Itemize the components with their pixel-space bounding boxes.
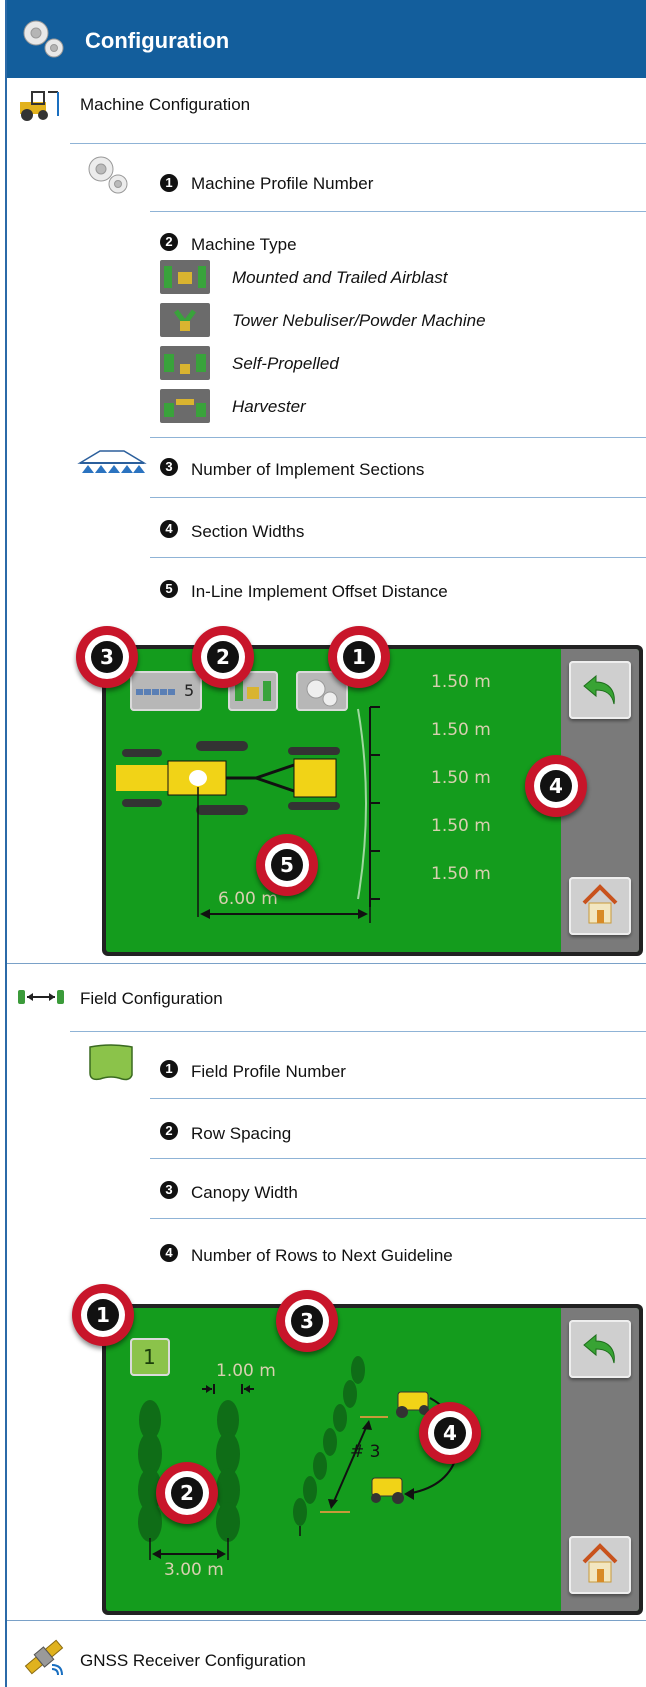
callout-2: 2 [192,626,254,688]
field-config-icon [18,990,64,1004]
back-button[interactable] [569,1320,631,1378]
offset-distance-label: In-Line Implement Offset Distance [191,582,448,601]
config-header: Configuration [7,0,646,78]
left-border [5,0,7,1687]
callout-1: 1 [328,626,390,688]
callout-3: 3 [276,1290,338,1352]
back-arrow-icon [583,1333,615,1364]
machine-diagram [116,706,380,923]
divider [150,557,646,558]
divider [7,1620,646,1621]
tower-thumb-icon [160,303,210,337]
machine-type-label: Machine Type [191,235,297,254]
callout-5: 5 [256,834,318,896]
divider [150,437,646,438]
divider [7,963,646,964]
divider [150,1218,646,1219]
callout-3: 3 [76,626,138,688]
section-width-3: 1.50 m [431,768,491,788]
machine-config-icon [20,91,59,121]
item-number-1: 1 [160,174,178,192]
field-profile-label: Field Profile Number [191,1062,346,1081]
satellite-icon [24,1639,64,1676]
item-number-3: 3 [160,458,178,476]
gears-icon [88,156,128,194]
home-icon [582,884,618,924]
machine-type-self-propelled: Self-Propelled [232,354,339,373]
offset-value: 6.00 m [218,889,278,909]
gnss-config-title: GNSS Receiver Configuration [80,1651,306,1670]
back-button[interactable] [569,661,631,719]
machine-profile-label: Machine Profile Number [191,174,374,193]
item-number-2: 2 [160,233,178,251]
home-button[interactable] [569,1536,631,1594]
section-width-5: 1.50 m [431,864,491,884]
field-config-screen: 1 1.00 m 3.00 m # 3 [102,1304,643,1615]
canopy-width-label: Canopy Width [191,1183,298,1202]
field-config-title: Field Configuration [80,989,223,1008]
section-widths-label: Section Widths [191,522,305,541]
side-panel [561,1308,639,1611]
implement-sections-icon [77,450,147,473]
divider [70,1031,646,1032]
field-item-number-3: 3 [160,1181,178,1199]
section-width-1: 1.50 m [431,672,491,692]
divider [70,143,646,144]
field-item-number-2: 2 [160,1122,178,1140]
spacing-value: 3.00 m [164,1560,224,1580]
machine-config-title: Machine Configuration [80,95,251,114]
machine-type-harvester: Harvester [232,397,306,416]
machine-type-tower: Tower Nebuliser/Powder Machine [232,311,486,330]
field-item-number-1: 1 [160,1060,178,1078]
section-width-2: 1.50 m [431,720,491,740]
gears-icon [23,20,64,58]
divider [150,1158,646,1159]
callout-2: 2 [156,1462,218,1524]
rows-value: # 3 [350,1442,381,1462]
page-title: Configuration [85,28,230,53]
item-number-5: 5 [160,580,178,598]
harvester-thumb-icon [160,389,210,423]
airblast-thumb-icon [160,260,210,294]
rows-to-guideline-label: Number of Rows to Next Guideline [191,1246,453,1265]
config-page: Configuration Machine Configuration 1 Ma… [0,0,646,1687]
callout-1: 1 [72,1284,134,1346]
implement-sections-label: Number of Implement Sections [191,460,425,479]
section-width-4: 1.50 m [431,816,491,836]
field-shape-icon [89,1044,133,1081]
field-item-number-4: 4 [160,1244,178,1262]
home-button[interactable] [569,877,631,935]
item-number-4: 4 [160,520,178,538]
divider [150,497,646,498]
callout-4: 4 [419,1402,481,1464]
self-propelled-thumb-icon [160,346,210,380]
divider [150,211,646,212]
row-spacing-label: Row Spacing [191,1124,292,1143]
home-icon [582,1543,618,1583]
divider [150,1098,646,1099]
canopy-value: 1.00 m [216,1361,276,1381]
back-arrow-icon [583,674,615,705]
machine-type-airblast: Mounted and Trailed Airblast [232,268,448,287]
callout-4: 4 [525,755,587,817]
